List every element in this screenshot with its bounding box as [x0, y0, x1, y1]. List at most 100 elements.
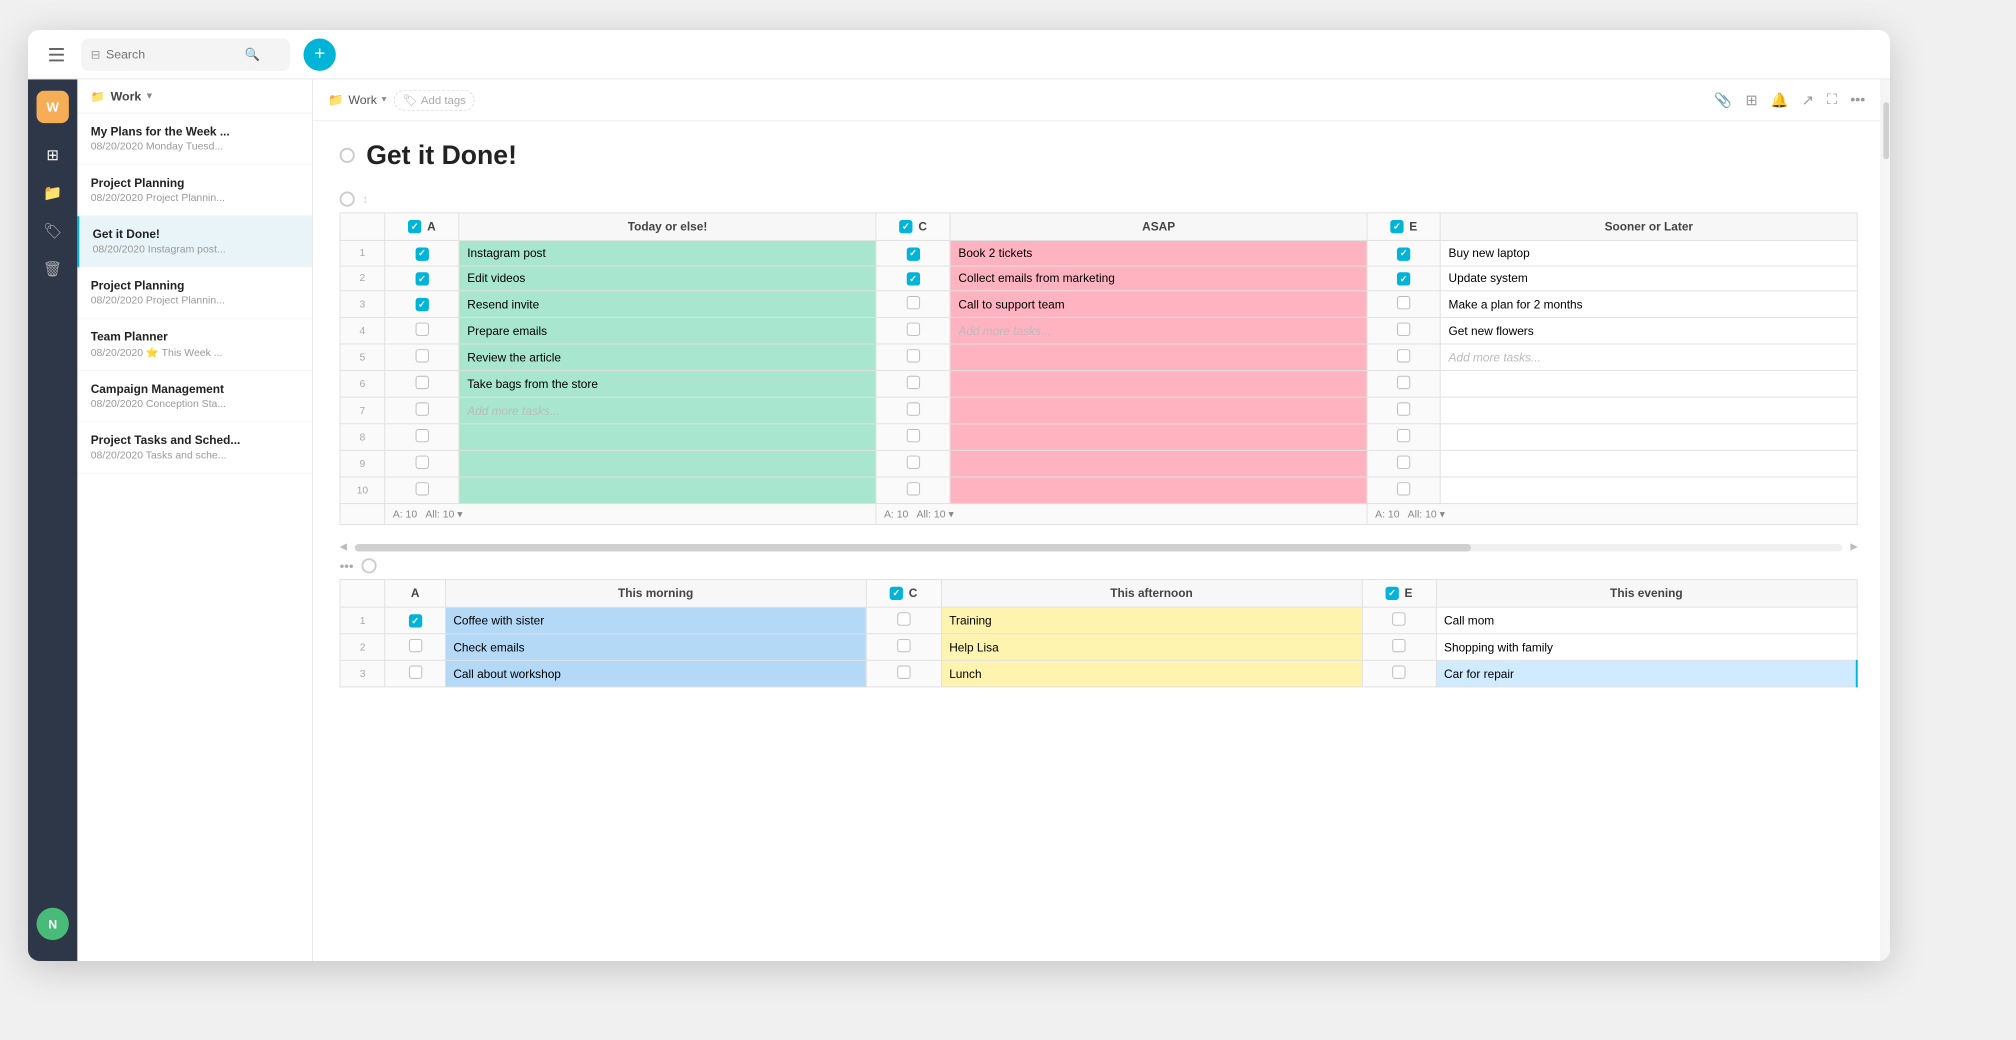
cell-b8[interactable]	[459, 424, 876, 451]
table1-row-select[interactable]	[340, 192, 355, 207]
cell-d6[interactable]	[950, 371, 1367, 398]
cell-c6[interactable]	[876, 371, 950, 398]
checkbox-c2[interactable]	[906, 272, 919, 285]
user-avatar[interactable]: N	[37, 908, 69, 940]
checkbox-e4[interactable]	[1397, 323, 1410, 336]
col-c-checkbox[interactable]	[899, 220, 912, 233]
checkbox-a8[interactable]	[415, 429, 428, 442]
cell-b5[interactable]: Review the article	[459, 344, 876, 371]
checkbox-a3[interactable]	[415, 298, 428, 311]
cell-f7[interactable]	[1440, 397, 1857, 424]
checkbox-c7[interactable]	[906, 402, 919, 415]
checkbox-c1[interactable]	[906, 247, 919, 260]
checkbox-c6[interactable]	[906, 376, 919, 389]
checkbox-c4[interactable]	[906, 323, 919, 336]
expand-button[interactable]: ⛶	[1827, 92, 1837, 108]
footer-all1[interactable]: All: 10	[425, 509, 454, 520]
checkbox-a1[interactable]	[415, 247, 428, 260]
sidebar-icon-trash[interactable]: 🗑	[36, 252, 70, 286]
cell-e2[interactable]	[1367, 266, 1440, 291]
cell-t2-e3[interactable]	[1362, 660, 1436, 687]
checkbox-t2-c1[interactable]	[897, 612, 910, 625]
cell-t2-d3[interactable]: Lunch	[941, 660, 1362, 687]
cell-t2-e1[interactable]	[1362, 607, 1436, 634]
footer-cell-3[interactable]: A: 10 All: 10 ▾	[1367, 504, 1857, 525]
cell-b3[interactable]: Resend invite	[459, 291, 876, 318]
cell-d4[interactable]: Add more tasks...	[950, 317, 1367, 344]
checkbox-a5[interactable]	[415, 349, 428, 362]
cell-t2-c3[interactable]	[866, 660, 941, 687]
section-options[interactable]: •••	[340, 558, 354, 573]
cell-a8[interactable]	[385, 424, 459, 451]
cell-b1[interactable]: Instagram post	[459, 240, 876, 265]
checkbox-t2-a2[interactable]	[409, 639, 422, 652]
cell-c9[interactable]	[876, 450, 950, 477]
checkbox-c5[interactable]	[906, 349, 919, 362]
cell-t2-b3[interactable]: Call about workshop	[445, 660, 866, 687]
cell-c3[interactable]	[876, 291, 950, 318]
cell-a3[interactable]	[385, 291, 459, 318]
footer-cell-1[interactable]: A: 10 All: 10 ▾	[385, 504, 876, 525]
footer-cell-2[interactable]: A: 10 All: 10 ▾	[876, 504, 1367, 525]
note-item-3[interactable]: Get it Done! 08/20/2020 Instagram post..…	[77, 216, 312, 267]
checkbox-t2-c3[interactable]	[897, 666, 910, 679]
cell-a10[interactable]	[385, 477, 459, 504]
cell-c7[interactable]	[876, 397, 950, 424]
col-e2-header[interactable]: E	[1362, 580, 1436, 608]
note-item-2[interactable]: Project Planning 08/20/2020 Project Plan…	[77, 165, 312, 216]
cell-t2-a2[interactable]	[385, 634, 445, 661]
cell-t2-f1[interactable]: Call mom	[1436, 607, 1857, 634]
cell-e4[interactable]	[1367, 317, 1440, 344]
checkbox-e8[interactable]	[1397, 429, 1410, 442]
cell-c10[interactable]	[876, 477, 950, 504]
workspace-avatar[interactable]: W	[37, 91, 69, 123]
bell-button[interactable]: 🔔	[1771, 91, 1789, 108]
checkbox-e3[interactable]	[1397, 296, 1410, 309]
scroll-right-arrow[interactable]: ▶	[1850, 542, 1857, 552]
cell-a9[interactable]	[385, 450, 459, 477]
cell-c8[interactable]	[876, 424, 950, 451]
col-e2-checkbox[interactable]	[1385, 587, 1398, 600]
sidebar-icon-tag[interactable]: 🏷	[36, 214, 70, 248]
note-item-6[interactable]: Campaign Management 08/20/2020 Conceptio…	[77, 371, 312, 422]
add-button[interactable]: +	[304, 38, 336, 70]
checkbox-e5[interactable]	[1397, 349, 1410, 362]
cell-t2-c2[interactable]	[866, 634, 941, 661]
cell-e7[interactable]	[1367, 397, 1440, 424]
col-a-header[interactable]: A	[385, 213, 459, 241]
col-c-header[interactable]: C	[876, 213, 950, 241]
cell-e3[interactable]	[1367, 291, 1440, 318]
cell-a2[interactable]	[385, 266, 459, 291]
checkbox-a2[interactable]	[415, 272, 428, 285]
cell-a7[interactable]	[385, 397, 459, 424]
doc-radio[interactable]	[340, 148, 355, 163]
checkbox-a6[interactable]	[415, 376, 428, 389]
grid-view-button[interactable]: ⊞	[1745, 91, 1757, 108]
checkbox-e1[interactable]	[1397, 247, 1410, 260]
cell-c1[interactable]	[876, 240, 950, 265]
cell-a6[interactable]	[385, 371, 459, 398]
cell-t2-d2[interactable]: Help Lisa	[941, 634, 1362, 661]
cell-d1[interactable]: Book 2 tickets	[950, 240, 1367, 265]
checkbox-c10[interactable]	[906, 482, 919, 495]
cell-e9[interactable]	[1367, 450, 1440, 477]
col-a2-header[interactable]: A	[385, 580, 445, 608]
checkbox-e7[interactable]	[1397, 402, 1410, 415]
cell-t2-a3[interactable]	[385, 660, 445, 687]
cell-d9[interactable]	[950, 450, 1367, 477]
checkbox-t2-a3[interactable]	[409, 666, 422, 679]
footer-all2[interactable]: All: 10	[916, 509, 945, 520]
cell-e1[interactable]	[1367, 240, 1440, 265]
sidebar-icon-grid[interactable]: ⊞	[36, 138, 70, 172]
col-e-header[interactable]: E	[1367, 213, 1440, 241]
more-button[interactable]: •••	[1850, 92, 1865, 108]
cell-d10[interactable]	[950, 477, 1367, 504]
note-item-7[interactable]: Project Tasks and Sched... 08/20/2020 Ta…	[77, 422, 312, 473]
cell-b10[interactable]	[459, 477, 876, 504]
note-item-4[interactable]: Project Planning 08/20/2020 Project Plan…	[77, 268, 312, 319]
checkbox-t2-a1[interactable]	[409, 614, 422, 627]
cell-d8[interactable]	[950, 424, 1367, 451]
checkbox-e9[interactable]	[1397, 456, 1410, 469]
cell-f2[interactable]: Update system	[1440, 266, 1857, 291]
cell-t2-e2[interactable]	[1362, 634, 1436, 661]
